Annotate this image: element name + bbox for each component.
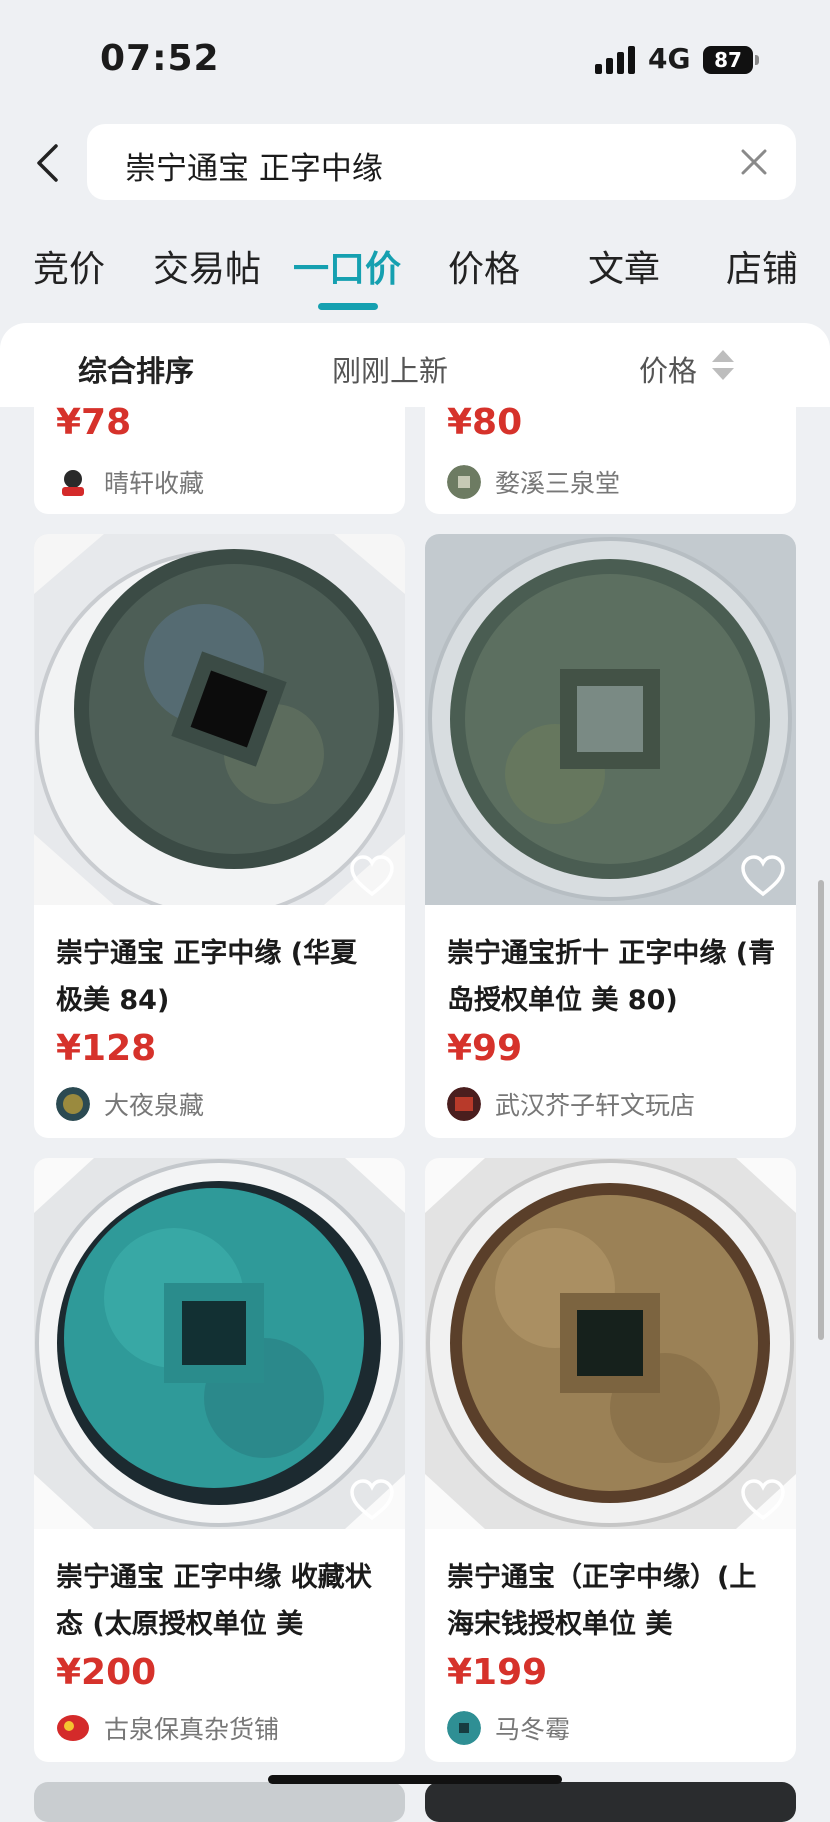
seller-info[interactable]: 晴轩收藏	[56, 464, 204, 500]
product-title: 崇宁通宝（正字中缘）(上海宋钱授权单位 美	[447, 1562, 757, 1640]
product-card[interactable]	[425, 1782, 796, 1822]
seller-avatar	[447, 1711, 481, 1745]
seller-avatar	[447, 1087, 481, 1121]
product-card[interactable]: 崇宁通宝（正字中缘）(上海宋钱授权单位 美 ¥199 马冬霉	[425, 1158, 796, 1762]
product-price: ¥128	[56, 1028, 157, 1069]
product-image	[34, 534, 405, 905]
favorite-heart-icon[interactable]	[740, 854, 786, 898]
seller-avatar	[57, 1715, 89, 1741]
seller-info[interactable]: 武汉芥子轩文玩店	[447, 1086, 695, 1122]
sort-comprehensive[interactable]: 综合排序	[78, 348, 194, 390]
seller-avatar	[56, 465, 90, 499]
seller-info[interactable]: 大夜泉藏	[56, 1086, 204, 1122]
favorite-heart-icon[interactable]	[349, 854, 395, 898]
product-price: ¥78	[56, 402, 132, 443]
product-title: 崇宁通宝 正字中缘 收藏状态 (太原授权单位 美	[56, 1562, 372, 1640]
product-title: 崇宁通宝 正字中缘 (华夏 极美 84)	[56, 938, 358, 1016]
product-card[interactable]: 崇宁通宝 正字中缘 收藏状态 (太原授权单位 美 ¥200 古泉保真杂货铺	[34, 1158, 405, 1762]
sort-bar: 综合排序 刚刚上新 价格	[0, 323, 830, 407]
sort-price[interactable]: 价格	[639, 348, 697, 390]
favorite-heart-icon[interactable]	[740, 1478, 786, 1522]
seller-info[interactable]: 马冬霉	[447, 1710, 570, 1746]
product-image	[425, 1158, 796, 1529]
home-indicator[interactable]	[268, 1775, 562, 1784]
seller-info[interactable]: 婺溪三泉堂	[447, 464, 620, 500]
product-title: 崇宁通宝折十 正字中缘 (青岛授权单位 美 80)	[447, 938, 776, 1016]
scrollbar[interactable]	[818, 880, 824, 1340]
sort-newest[interactable]: 刚刚上新	[332, 348, 448, 390]
product-price: ¥80	[447, 402, 523, 443]
seller-name: 大夜泉藏	[104, 1091, 205, 1120]
seller-name: 马冬霉	[495, 1715, 571, 1744]
product-price: ¥200	[56, 1652, 157, 1693]
product-card[interactable]	[34, 1782, 405, 1822]
seller-name: 晴轩收藏	[104, 469, 205, 498]
product-price: ¥199	[447, 1652, 548, 1693]
seller-avatar	[56, 1087, 90, 1121]
product-image	[34, 1158, 405, 1529]
product-card[interactable]: 崇宁通宝折十 正字中缘 (青岛授权单位 美 80) ¥99 武汉芥子轩文玩店	[425, 534, 796, 1138]
seller-name: 婺溪三泉堂	[495, 469, 621, 498]
favorite-heart-icon[interactable]	[349, 1478, 395, 1522]
seller-name: 武汉芥子轩文玩店	[495, 1091, 696, 1120]
seller-avatar	[447, 465, 481, 499]
seller-info[interactable]: 古泉保真杂货铺	[56, 1710, 279, 1746]
product-card[interactable]: 崇宁通宝 正字中缘 (华夏 极美 84) ¥128 大夜泉藏	[34, 534, 405, 1138]
product-image	[425, 534, 796, 905]
sort-arrows-icon[interactable]	[710, 348, 736, 382]
product-price: ¥99	[447, 1028, 523, 1069]
seller-name: 古泉保真杂货铺	[104, 1715, 280, 1744]
product-feed: ¥78 晴轩收藏 ¥80 婺溪三泉堂 崇宁通宝 正字中缘 (华夏 极美 84) …	[0, 0, 830, 1822]
